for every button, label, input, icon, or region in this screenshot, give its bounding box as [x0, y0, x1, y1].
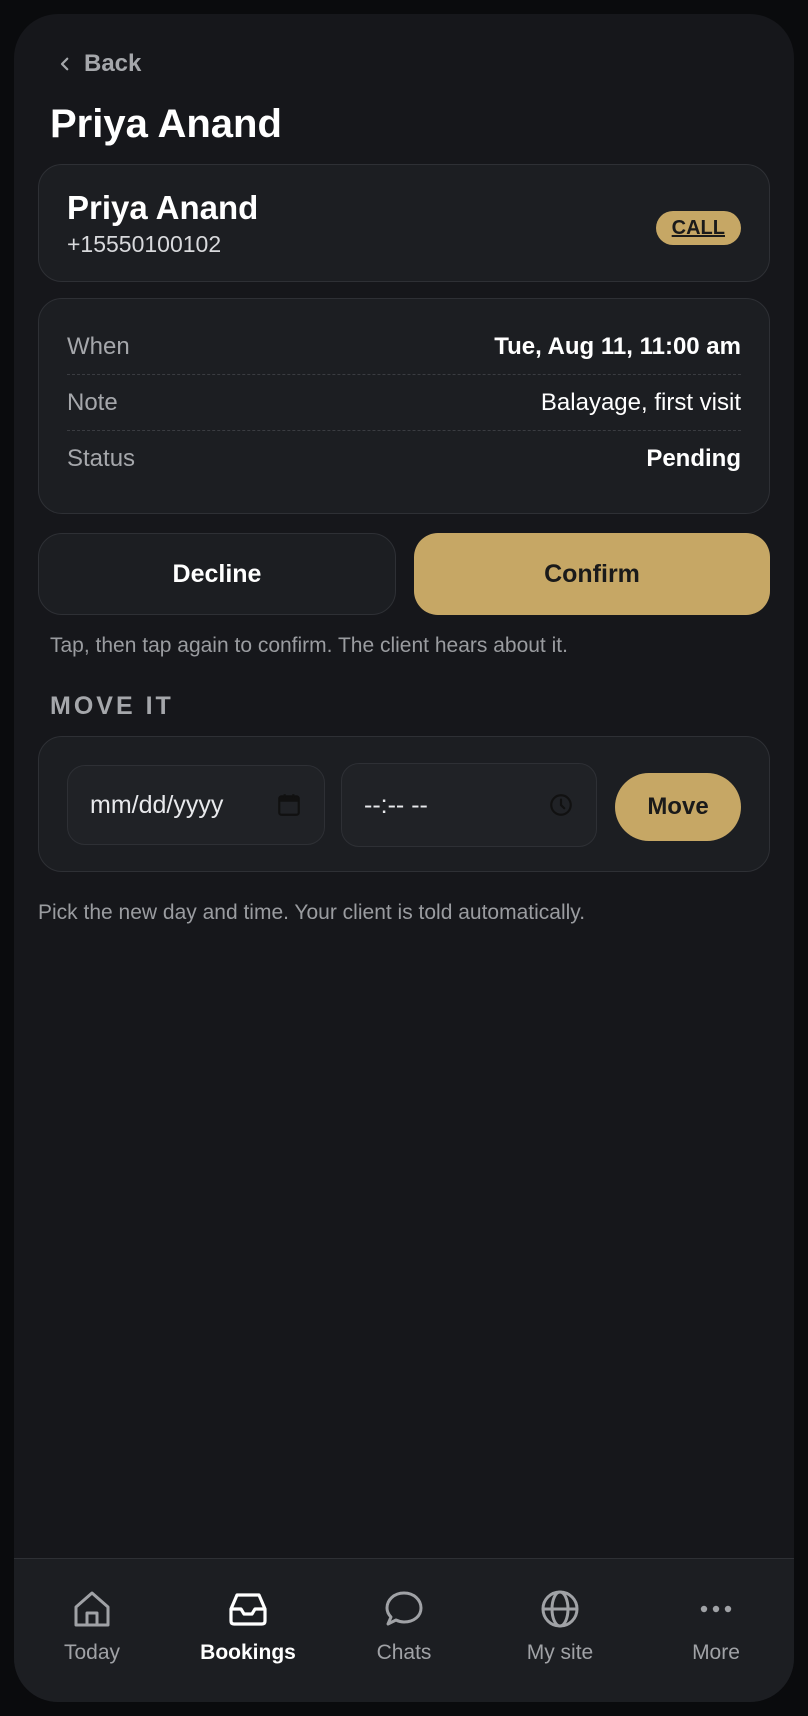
detail-label: Status	[67, 445, 136, 472]
time-input[interactable]: --:-- --	[341, 763, 597, 847]
tab-bookings[interactable]: Bookings	[170, 1587, 326, 1665]
chat-bubble-icon	[385, 1591, 423, 1626]
move-section-title: MOVE IT	[50, 692, 174, 720]
tab-my-site[interactable]: My site	[482, 1587, 638, 1665]
back-label: Back	[84, 50, 142, 77]
calendar-icon	[278, 794, 300, 816]
confirm-button[interactable]: Confirm	[414, 533, 770, 615]
status-value: Pending	[646, 445, 741, 472]
tab-chats[interactable]: Chats	[326, 1587, 482, 1665]
time-placeholder: --:-- --	[364, 790, 428, 819]
tab-label: More	[692, 1641, 740, 1664]
tab-label: Today	[63, 1641, 121, 1664]
detail-value: Balayage, first visit	[540, 388, 741, 416]
booking-details-card: When Tue, Aug 11, 11:00 am Note Balayage…	[38, 298, 770, 514]
move-hint: Pick the new day and time. Your client i…	[38, 901, 586, 924]
bottom-tab-bar: Today Bookings Chats My site More	[14, 1558, 794, 1702]
detail-value: Tue, Aug 11, 11:00 am	[494, 332, 741, 360]
client-card: Priya Anand +15550100102 CALL	[38, 164, 770, 282]
detail-label: Note	[67, 388, 118, 416]
inbox-icon	[229, 1593, 267, 1626]
booking-actions: Decline Confirm	[38, 533, 770, 615]
tab-more[interactable]: More	[638, 1587, 794, 1665]
globe-icon	[541, 1590, 579, 1628]
phone-screen: Back Priya Anand Priya Anand +1555010010…	[14, 14, 794, 1702]
move-card: mm/dd/yyyy --:-- -- Move	[38, 736, 770, 872]
client-phone: +15550100102	[67, 231, 222, 257]
move-button[interactable]: Move	[615, 773, 741, 841]
page-title: Priya Anand	[50, 102, 282, 146]
tab-today[interactable]: Today	[14, 1587, 170, 1665]
chevron-left-icon	[60, 57, 69, 71]
more-dots-icon	[700, 1605, 732, 1613]
date-placeholder: mm/dd/yyyy	[90, 790, 224, 819]
tab-label: My site	[526, 1641, 594, 1664]
decline-button[interactable]: Decline	[38, 533, 396, 615]
detail-row-when: When Tue, Aug 11, 11:00 am	[67, 319, 741, 375]
client-name: Priya Anand	[67, 189, 259, 226]
clock-icon	[550, 794, 572, 816]
tab-label: Bookings	[200, 1641, 296, 1664]
confirm-hint: Tap, then tap again to confirm. The clie…	[50, 634, 568, 657]
detail-row-status: Status Pending	[67, 431, 741, 487]
detail-label: When	[67, 332, 130, 360]
date-input[interactable]: mm/dd/yyyy	[67, 765, 325, 845]
call-button[interactable]: CALL	[655, 211, 741, 245]
tab-label: Chats	[376, 1641, 432, 1664]
back-button[interactable]: Back	[56, 50, 141, 78]
home-icon	[74, 1591, 110, 1627]
detail-row-note: Note Balayage, first visit	[67, 375, 741, 431]
